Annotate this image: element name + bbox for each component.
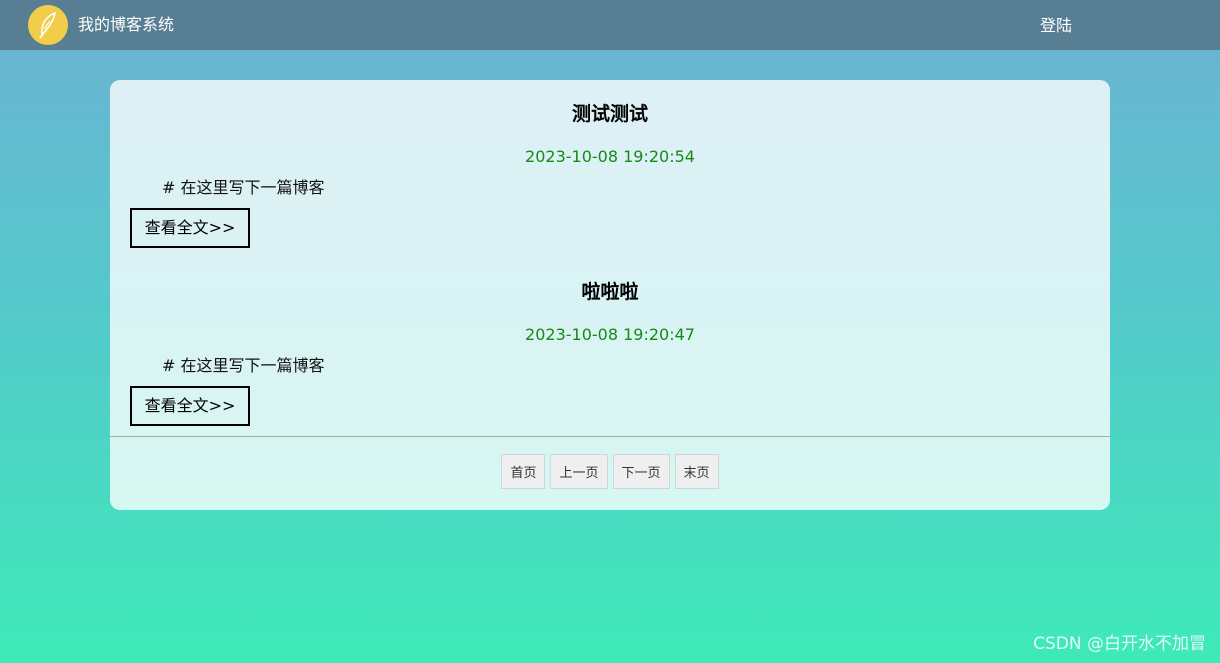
first-page-button[interactable]: 首页 bbox=[501, 454, 546, 489]
feather-icon bbox=[28, 5, 68, 45]
last-page-button[interactable]: 末页 bbox=[674, 454, 719, 489]
pager-divider bbox=[110, 436, 1110, 437]
pagination: 首页 上一页 下一页 末页 bbox=[110, 454, 1110, 489]
blog-item: 啦啦啦 2023-10-08 19:20:47 # 在这里写下一篇博客 查看全文… bbox=[110, 258, 1110, 436]
csdn-watermark: CSDN @白开水不加冒 bbox=[1033, 634, 1206, 654]
blog-date: 2023-10-08 19:20:54 bbox=[525, 147, 695, 166]
login-link[interactable]: 登陆 bbox=[1040, 16, 1072, 36]
blog-title: 啦啦啦 bbox=[581, 281, 639, 303]
blog-item: 测试测试 2023-10-08 19:20:54 # 在这里写下一篇博客 查看全… bbox=[110, 80, 1110, 258]
site-brand: 我的博客系统 bbox=[78, 15, 175, 34]
blog-date: 2023-10-08 19:20:47 bbox=[525, 325, 695, 344]
view-full-text-button[interactable]: 查看全文>> bbox=[130, 386, 250, 426]
top-navbar: 我的博客系统 登陆 bbox=[0, 0, 1220, 50]
blog-list-container: 测试测试 2023-10-08 19:20:54 # 在这里写下一篇博客 查看全… bbox=[110, 80, 1110, 510]
blog-description: # 在这里写下一篇博客 bbox=[162, 356, 325, 375]
blog-description: # 在这里写下一篇博客 bbox=[162, 178, 325, 197]
prev-page-button[interactable]: 上一页 bbox=[550, 454, 608, 489]
blog-title: 测试测试 bbox=[571, 103, 648, 125]
next-page-button[interactable]: 下一页 bbox=[612, 454, 670, 489]
view-full-text-button[interactable]: 查看全文>> bbox=[130, 208, 250, 248]
